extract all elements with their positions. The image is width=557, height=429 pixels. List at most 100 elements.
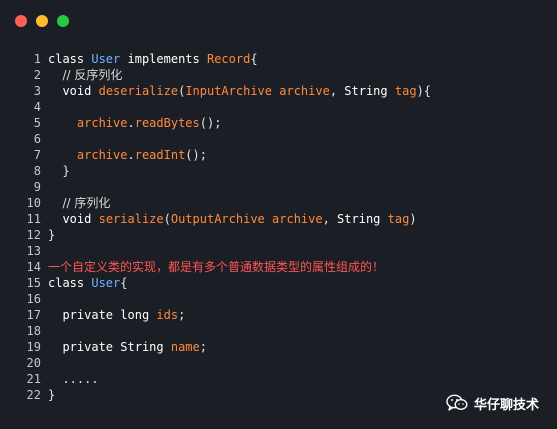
code-line: 13 — [0, 243, 557, 259]
line-number: 11 — [26, 212, 41, 226]
line-code: } — [48, 227, 55, 243]
code-token: } — [48, 228, 56, 242]
line-number: 5 — [33, 116, 41, 130]
line-number: 18 — [26, 324, 41, 338]
line-number: 2 — [33, 68, 41, 82]
code-line: 4 — [0, 99, 557, 115]
code-line: 9 — [0, 179, 557, 195]
code-token: . — [127, 148, 135, 162]
code-token: ids — [156, 308, 179, 322]
code-token: (); — [199, 116, 222, 130]
code-token: , — [322, 212, 338, 226]
code-token: User — [91, 52, 121, 66]
code-line: 7 archive.readInt(); — [0, 147, 557, 163]
code-token: String — [120, 340, 164, 354]
code-token: implements — [127, 52, 200, 66]
line-code: } — [48, 163, 69, 179]
line-number: 14 — [26, 260, 41, 274]
maximize-window-button[interactable] — [57, 15, 69, 27]
code-token: } — [48, 388, 56, 402]
code-token: archive — [76, 148, 128, 162]
line-code: class User implements Record{ — [48, 51, 258, 67]
line-number: 1 — [33, 52, 41, 66]
line-code: void deserialize(InputArchive archive, S… — [48, 83, 431, 99]
code-line: 19 private String name; — [0, 339, 557, 355]
code-line: 14 一个自定义类的实现，都是有多个普通数据类型的属性组成的！ — [0, 259, 557, 275]
close-window-button[interactable] — [15, 15, 27, 27]
code-token: long — [120, 308, 150, 322]
line-number: 20 — [26, 356, 41, 370]
line-number: 3 — [33, 84, 41, 98]
code-token: archive — [272, 212, 323, 226]
code-token: { — [250, 52, 258, 66]
code-line: 18 — [0, 323, 557, 339]
code-token: ; — [199, 340, 207, 354]
watermark: 华仔聊技术 — [446, 393, 539, 413]
wechat-icon — [446, 394, 468, 412]
code-token: tag — [387, 212, 410, 226]
code-token: ( — [163, 212, 171, 226]
code-token: . — [127, 116, 135, 130]
code-token: void — [62, 212, 92, 226]
code-line: 11 void serialize(OutputArchive archive,… — [0, 211, 557, 227]
code-token: User — [91, 276, 121, 290]
line-code: private long ids; — [48, 307, 185, 323]
minimize-window-button[interactable] — [36, 15, 48, 27]
line-number: 7 — [33, 148, 41, 162]
code-token: archive — [279, 84, 330, 98]
line-code: ..... — [48, 371, 99, 387]
code-token: private — [62, 340, 114, 354]
line-code: void serialize(OutputArchive archive, St… — [48, 211, 417, 227]
code-token: readInt — [134, 148, 186, 162]
line-code: private String name; — [48, 339, 207, 355]
line-code: class User{ — [48, 275, 128, 291]
code-token: class — [48, 276, 85, 290]
title-bar — [0, 0, 557, 40]
line-code: 一个自定义类的实现，都是有多个普通数据类型的属性组成的！ — [48, 259, 384, 275]
code-token: OutputArchive — [170, 212, 265, 226]
line-number: 21 — [26, 372, 41, 386]
code-token: void — [62, 84, 92, 98]
code-token: Record — [206, 52, 251, 66]
code-token: ){ — [416, 84, 432, 98]
code-line: 15 class User{ — [0, 275, 557, 291]
line-number: 16 — [26, 292, 41, 306]
line-number: 6 — [33, 132, 41, 146]
line-code: // 反序列化 — [48, 67, 122, 83]
code-line: 20 — [0, 355, 557, 371]
line-code: archive.readBytes(); — [48, 115, 222, 131]
line-number: 12 — [26, 228, 41, 242]
watermark-text: 华仔聊技术 — [473, 397, 539, 413]
code-token: ) — [409, 212, 417, 226]
code-line: 12} — [0, 227, 557, 243]
code-line: 17 private long ids; — [0, 307, 557, 323]
code-token: name — [170, 340, 200, 354]
code-token: ..... — [48, 372, 99, 386]
line-number: 13 — [26, 244, 41, 258]
code-line: 1 class User implements Record{ — [0, 51, 557, 67]
code-line: 2 // 反序列化 — [0, 67, 557, 83]
line-number: 4 — [33, 100, 41, 114]
code-line: 21 ..... — [0, 371, 557, 387]
code-token: private — [62, 308, 114, 322]
code-token: ; — [178, 308, 186, 322]
code-line: 10 // 序列化 — [0, 195, 557, 211]
line-number: 9 — [33, 180, 41, 194]
code-token: tag — [394, 84, 417, 98]
code-line: 3 void deserialize(InputArchive archive,… — [0, 83, 557, 99]
code-token: { — [120, 276, 128, 290]
line-number: 15 — [26, 276, 41, 290]
code-token: String — [337, 212, 381, 226]
